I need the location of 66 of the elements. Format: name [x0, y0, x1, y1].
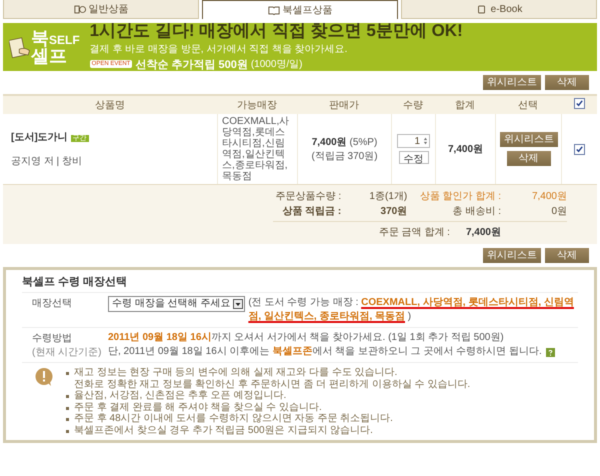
note-text: 율산점, 서강점, 신촌점은 추후 오픈 예정입니다. — [74, 390, 286, 402]
store-select[interactable]: 수령 매장을 선택해 주세요 — [108, 296, 246, 312]
method-text: 2011년 09월 18일 16시까지 오셔서 서가에서 책을 찾아가세요. (1일 1회 추가 적립 500원) — [108, 331, 504, 345]
action-button[interactable]: 삭제 — [545, 75, 589, 90]
bullet-icon — [66, 406, 69, 410]
product-author: 공지영 저 | 창비 — [11, 155, 83, 168]
field-label: 매장선택 — [31, 297, 73, 311]
summary-value: 7,400원 — [530, 190, 567, 203]
summary-label: 상품 적립금 : — [281, 205, 342, 218]
total-label: 주문 금액 합계 : — [378, 226, 450, 239]
column-header: 가능매장 — [236, 99, 278, 112]
logo-text: SELF — [49, 33, 80, 47]
event-note: (1000명/일) — [250, 58, 303, 72]
logo-text: 셀프 — [31, 47, 68, 65]
point-rate: (5%P) — [350, 137, 378, 148]
note-text: 전화로 정확한 재고 정보를 확인하신 후 주문하시면 좀 더 편리하게 이용하실 수 있습니다. — [74, 378, 470, 390]
action-button[interactable]: 위시리스트 — [483, 75, 541, 90]
event-text: 선착순 추가적립 500원 — [135, 58, 248, 72]
summary-value: 1종(1개) — [368, 190, 408, 203]
column-header: 선택 — [517, 99, 539, 112]
row-action-button[interactable]: 위시리스트 — [500, 132, 558, 147]
tab[interactable]: e-Book — [401, 0, 597, 19]
action-button[interactable]: 삭제 — [545, 248, 589, 263]
tab[interactable]: 일반상품 — [3, 0, 199, 19]
product-title[interactable]: [도서]도가니 — [11, 132, 68, 143]
logo-text: 북 — [31, 28, 49, 48]
points: (적립금 370원) — [311, 150, 378, 163]
row-checkbox[interactable] — [574, 144, 585, 154]
bullet-icon — [66, 418, 69, 421]
spinner-icon[interactable] — [423, 136, 428, 146]
row-action-button[interactable]: 삭제 — [506, 151, 550, 166]
summary-label: 주문상품수량 : — [274, 190, 342, 203]
column-header: 합계 — [454, 99, 476, 112]
method-text: 단, 2011년 09월 18일 16시 이후에는 북셀프존에서 책을 보관하오니 그 곳에서 수령하시면 됩니다. — [108, 345, 542, 359]
bullet-icon — [66, 395, 69, 398]
summary-value: 0원 — [550, 205, 567, 218]
note-text: 주문 후 결제 완료를 해 주셔야 책을 찾으실 수 있습니다. — [74, 402, 322, 413]
store-list: COEXMALL,사당역점,롯데스타시티점,신림역점,일산킨텍스,종로타워점,목동점 — [222, 116, 293, 182]
total-value: 7,400원 — [466, 226, 501, 239]
panel-title: 북셀프 수령 매장선택 — [22, 274, 578, 293]
summary-label: 상품 할인가 합계 : — [418, 190, 501, 203]
select-all-checkbox[interactable] — [574, 98, 584, 109]
banner-subline: 결제 후 바로 매장을 방문, 서가에서 직접 책을 찾아가세요. — [90, 42, 348, 56]
price: 7,400원 — [312, 137, 347, 148]
quantity-field[interactable]: 1 — [397, 134, 430, 148]
summary-label: 총 배송비 : — [452, 205, 501, 218]
note-text: 재고 정보는 현장 구매 등의 변수에 의해 실제 재고와 다를 수도 있습니다. — [74, 367, 398, 378]
exclamation-icon — [34, 367, 54, 387]
store-note: (전 도서 수령 가능 매장 : COEXMALL, 사당역점, 롯데스타시티점, 신림역점, 일산킨텍스, 종로타워점, 목동점 ) — [248, 296, 575, 324]
banner-headline: 1시간도 길다! 매장에서 직접 찾으면 5분만에 OK! — [90, 22, 463, 41]
column-header: 상품명 — [94, 99, 126, 112]
tab[interactable]: 북셀프상품 — [202, 0, 398, 19]
update-button[interactable]: 수정 — [398, 151, 428, 164]
help-icon[interactable] — [546, 348, 555, 356]
summary-value: 370원 — [380, 205, 408, 218]
column-header: 판매가 — [328, 99, 360, 112]
bullet-icon — [66, 430, 69, 432]
field-label: 수령방법 — [32, 332, 73, 345]
note-text: 주문 후 48시간 이내에 도서를 수령하지 않으시면 자동 주문 취소됩니다. — [74, 413, 393, 424]
field-sublabel: (현재 시간기준) — [32, 346, 102, 359]
action-button[interactable]: 위시리스트 — [483, 248, 541, 263]
book-icon — [268, 6, 280, 14]
column-header: 수량 — [402, 99, 424, 112]
note-text: 북셀프존에서 찾으실 경우 추가 적립금 500원은 지급되지 않습니다. — [74, 424, 373, 436]
row-total: 7,400원 — [448, 143, 484, 156]
bullet-icon — [66, 372, 69, 375]
